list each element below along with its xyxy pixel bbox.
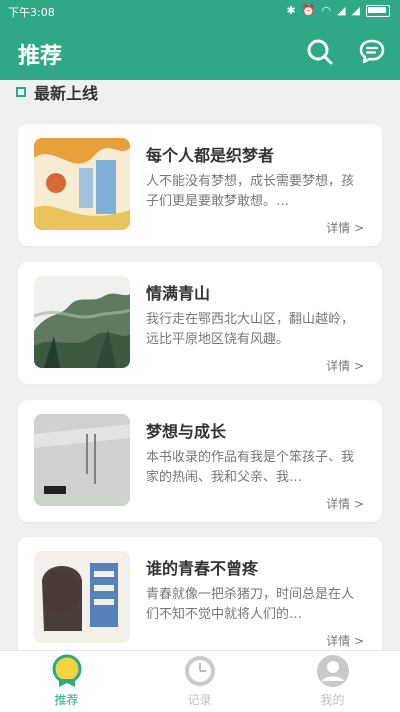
book-cover (34, 138, 130, 230)
section-header: 最新上线 (16, 80, 98, 104)
wifi-icon: ◠ (321, 4, 332, 17)
book-title: 梦想与成长 (146, 422, 227, 441)
alarm-icon: ⏰ (301, 4, 316, 17)
tab-label: 记录 (187, 693, 212, 707)
signal-icon-2: ◢ (351, 4, 360, 17)
book-card[interactable]: 情满青山 我行走在鄂西北大山区，翻山越岭，远比平原地区饶有风趣。 详情 > (18, 262, 382, 384)
page-title: 推荐 (18, 44, 63, 69)
details-link[interactable]: 详情 > (326, 219, 364, 236)
book-title: 每个人都是织梦者 (146, 146, 275, 165)
bottom-tab-bar: 推荐 记录 我的 (0, 650, 400, 712)
book-title: 谁的青春不曾疼 (146, 559, 259, 578)
cover-image-2 (34, 276, 130, 368)
book-description: 本书收录的作品有我是个笨孩子、我家的热闹、我和父亲、我… (146, 450, 355, 485)
book-card[interactable]: 谁的青春不曾疼 青春就像一把杀猪刀，时间总是在人们不知不觉中就将人们的… 详情 … (18, 537, 382, 659)
clock-icon (184, 656, 215, 686)
book-card[interactable]: 梦想与成长 本书收录的作品有我是个笨孩子、我家的热闹、我和父亲、我… 详情 > (18, 400, 382, 522)
message-icon[interactable] (358, 38, 386, 66)
section-title: 最新上线 (34, 84, 99, 103)
book-description: 我行走在鄂西北大山区，翻山越岭，远比平原地区饶有风趣。 (146, 312, 355, 347)
book-cover (34, 276, 130, 368)
book-card[interactable]: 每个人都是织梦者 人不能没有梦想，成长需要梦想，孩子们更是要敢梦敢想。… 详情 … (18, 124, 382, 246)
search-icon[interactable] (306, 38, 334, 66)
app-header: 下午3:08 ✱ ⏰ ◠ ◢ ◢ 推荐 (0, 0, 400, 80)
bluetooth-icon: ✱ (286, 4, 296, 17)
book-cover (34, 414, 130, 506)
details-link[interactable]: 详情 > (326, 632, 364, 649)
details-link[interactable]: 详情 > (326, 357, 364, 374)
signal-icon: ◢ (337, 4, 346, 17)
tab-recommend[interactable]: 推荐 (0, 651, 133, 712)
status-time: 下午3:08 (8, 6, 55, 19)
book-description: 人不能没有梦想，成长需要梦想，孩子们更是要敢梦敢想。… (146, 174, 355, 209)
cover-image-3 (34, 414, 130, 506)
details-link[interactable]: 详情 > (326, 495, 364, 512)
tab-profile[interactable]: 我的 (266, 651, 399, 712)
section-marker-icon (16, 87, 26, 97)
medal-icon (52, 654, 81, 687)
tab-label: 我的 (320, 693, 345, 707)
user-icon (316, 655, 349, 687)
book-description: 青春就像一把杀猪刀，时间总是在人们不知不觉中就将人们的… (146, 587, 355, 622)
tab-record[interactable]: 记录 (133, 651, 266, 712)
cover-image-1 (34, 138, 130, 230)
cover-image-4 (34, 551, 130, 643)
status-icons: ✱ ⏰ ◠ ◢ ◢ (287, 4, 390, 17)
battery-icon (366, 4, 390, 17)
book-title: 情满青山 (146, 284, 211, 303)
book-cover (34, 551, 130, 643)
tab-label: 推荐 (54, 693, 79, 707)
status-bar: 下午3:08 ✱ ⏰ ◠ ◢ ◢ (0, 0, 400, 22)
